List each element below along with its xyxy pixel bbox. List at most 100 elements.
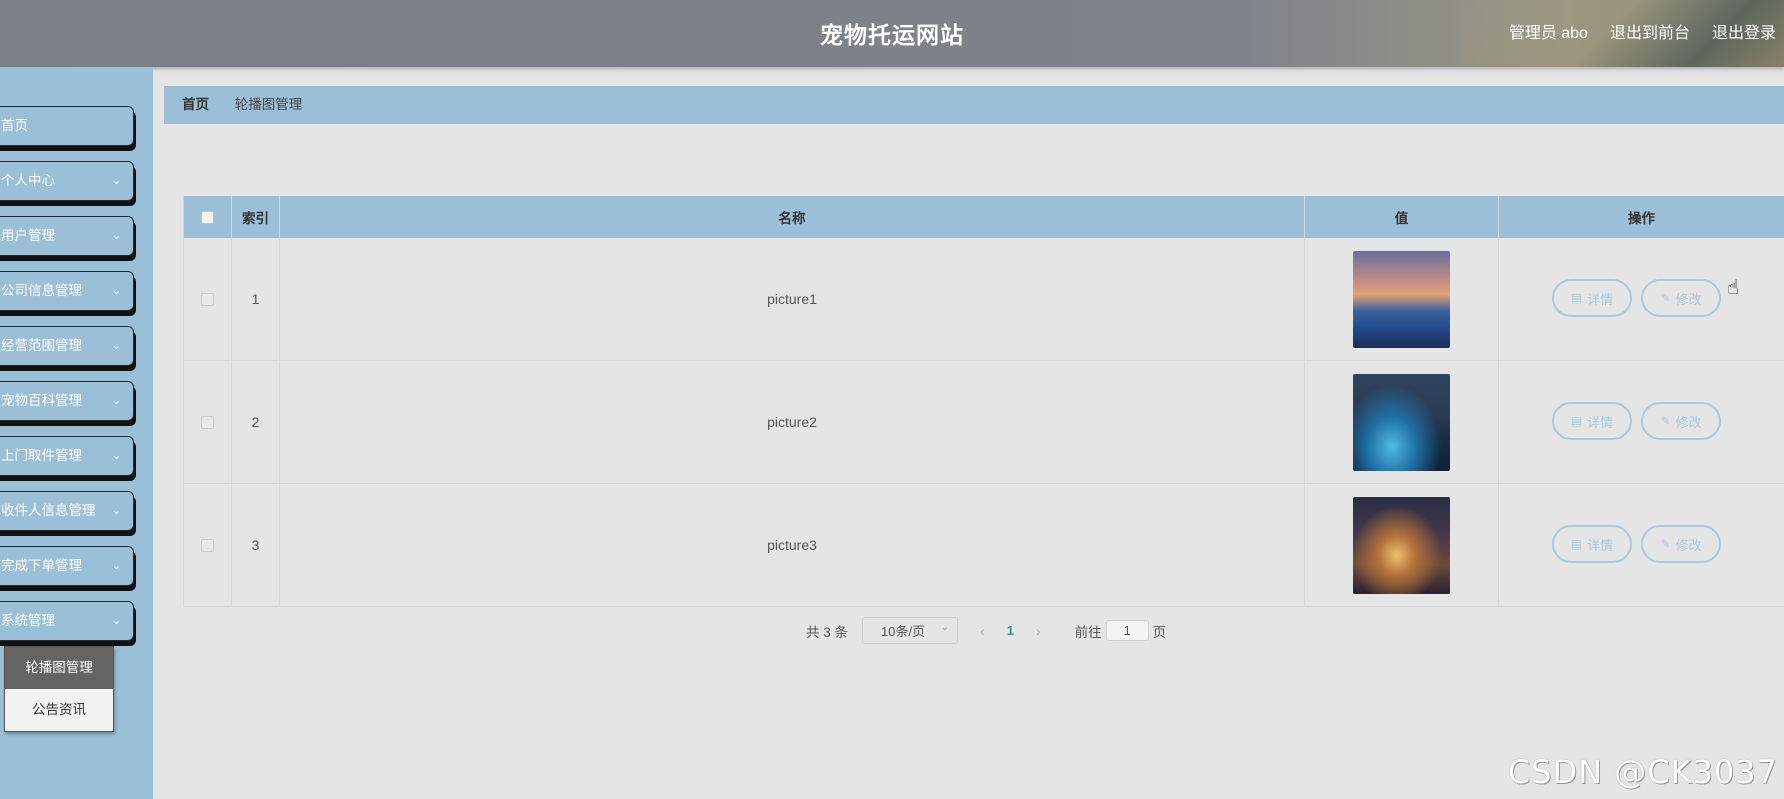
- row-index: 1: [232, 238, 280, 360]
- column-header-index: 索引: [232, 196, 280, 238]
- submenu-item-carousel[interactable]: 轮播图管理: [5, 647, 113, 689]
- document-icon: ▤: [1570, 537, 1583, 551]
- table-row: 3 picture3 ▤ 详情 ✎ 修改: [183, 484, 1784, 607]
- edit-button[interactable]: ✎ 修改: [1641, 279, 1721, 317]
- chevron-down-icon: ⌄: [111, 230, 121, 242]
- table-row: 2 picture2 ▤ 详情 ✎ 修改: [183, 361, 1784, 484]
- pencil-icon: ✎: [1660, 414, 1671, 428]
- row-value-cell: [1305, 484, 1499, 606]
- document-icon: ▤: [1570, 414, 1583, 428]
- sidebar-item-label: 系统管理: [1, 613, 55, 628]
- sidebar-item-completed-orders[interactable]: 完成下单管理 ⌄: [0, 546, 134, 586]
- sidebar-item-home[interactable]: 首页: [0, 106, 134, 146]
- chevron-down-icon: ⌄: [111, 340, 121, 352]
- column-header-name: 名称: [280, 196, 1305, 238]
- page-number-current[interactable]: 1: [1007, 623, 1014, 638]
- pagination: 共 3 条 10条/页 ⌄ ‹ 1 › 前往 1 页: [806, 617, 1166, 644]
- submenu-item-announcements[interactable]: 公告资讯: [5, 689, 113, 731]
- page-size-value: 10条/页: [881, 624, 926, 639]
- row-name: picture2: [280, 361, 1305, 483]
- chevron-down-icon: ⌄: [111, 615, 121, 627]
- header-links: 管理员 abo 退出到前台 退出登录: [1509, 19, 1776, 43]
- chevron-down-icon: ⌄: [111, 175, 121, 187]
- sidebar-item-company-info[interactable]: 公司信息管理 ⌄: [0, 271, 134, 311]
- column-header-actions: 操作: [1628, 211, 1655, 226]
- pencil-icon: ✎: [1660, 291, 1671, 305]
- top-header: 宠物托运网站 管理员 abo 退出到前台 退出登录: [0, 0, 1784, 67]
- page-size-select[interactable]: 10条/页 ⌄: [862, 617, 959, 644]
- chevron-down-icon: ⌄: [111, 285, 121, 297]
- breadcrumb-current: 轮播图管理: [234, 97, 303, 112]
- select-all-checkbox[interactable]: [201, 210, 214, 224]
- table-header: 索引 名称 值 操作: [183, 196, 1784, 238]
- edit-button-label: 修改: [1675, 291, 1702, 307]
- row-value-cell: [1305, 361, 1499, 483]
- document-icon: ▤: [1570, 291, 1583, 305]
- row-checkbox[interactable]: [201, 415, 214, 429]
- sidebar-item-pickup[interactable]: 上门取件管理 ⌄: [0, 436, 134, 476]
- row-actions: ▤ 详情 ✎ 修改: [1499, 361, 1784, 483]
- sidebar-item-user-management[interactable]: 用户管理 ⌄: [0, 216, 134, 256]
- carousel-table: 索引 名称 值 操作 1 picture1 ▤ 详情 ✎ 修改 2 picture2…: [183, 196, 1784, 607]
- row-value-cell: [1305, 238, 1499, 360]
- row-actions: ▤ 详情 ✎ 修改: [1499, 238, 1784, 360]
- pencil-icon: ✎: [1660, 537, 1671, 551]
- sidebar-item-recipient-info[interactable]: 收件人信息管理 ⌄: [0, 491, 134, 531]
- sidebar-item-system-management[interactable]: 系统管理 ⌄: [0, 601, 134, 641]
- pagination-total: 共 3 条: [806, 624, 849, 640]
- prev-page-button[interactable]: ‹: [980, 623, 985, 639]
- chevron-down-icon: ⌄: [111, 395, 121, 407]
- row-thumbnail-image: [1353, 250, 1450, 348]
- exit-to-front-link[interactable]: 退出到前台: [1610, 19, 1690, 43]
- detail-button[interactable]: ▤ 详情: [1552, 402, 1632, 440]
- sidebar-item-label: 宠物百科管理: [1, 393, 82, 408]
- breadcrumb: 首页 轮播图管理: [164, 86, 1784, 124]
- next-page-button[interactable]: ›: [1036, 623, 1041, 639]
- row-index: 2: [232, 361, 280, 483]
- table-row: 1 picture1 ▤ 详情 ✎ 修改: [183, 238, 1784, 361]
- csdn-watermark: CSDN @CK3037: [1507, 753, 1778, 791]
- detail-button[interactable]: ▤ 详情: [1552, 279, 1632, 317]
- column-header-value: 值: [1305, 196, 1499, 238]
- sidebar-item-label: 上门取件管理: [1, 448, 82, 463]
- sidebar-item-label: 公司信息管理: [1, 283, 82, 298]
- chevron-down-icon: ⌄: [111, 560, 121, 572]
- goto-page-input[interactable]: 1: [1105, 620, 1149, 641]
- goto-prefix: 前往: [1074, 624, 1102, 640]
- system-submenu: 轮播图管理 公告资讯: [4, 646, 114, 732]
- sidebar-item-label: 首页: [1, 118, 28, 133]
- row-check-cell: [183, 361, 232, 483]
- row-name: picture3: [280, 484, 1305, 606]
- logout-link[interactable]: 退出登录: [1712, 19, 1776, 43]
- chevron-down-icon: ⌄: [940, 622, 950, 633]
- goto-suffix: 页: [1152, 624, 1167, 640]
- sidebar-item-business-scope[interactable]: 经营范围管理 ⌄: [0, 326, 134, 366]
- sidebar-item-label: 收件人信息管理: [1, 503, 96, 518]
- row-check-cell: [183, 484, 232, 606]
- sidebar-item-label: 完成下单管理: [1, 558, 82, 573]
- detail-button-label: 详情: [1587, 291, 1614, 307]
- edit-button-label: 修改: [1675, 414, 1702, 430]
- edit-button-label: 修改: [1675, 537, 1702, 553]
- row-actions: ▤ 详情 ✎ 修改: [1499, 484, 1784, 606]
- edit-button[interactable]: ✎ 修改: [1641, 402, 1721, 440]
- sidebar-item-pet-encyclopedia[interactable]: 宠物百科管理 ⌄: [0, 381, 134, 421]
- row-checkbox[interactable]: [201, 538, 214, 552]
- detail-button[interactable]: ▤ 详情: [1552, 525, 1632, 563]
- hand-pointer-icon: ☝: [1727, 277, 1740, 299]
- chevron-down-icon: ⌄: [111, 450, 121, 462]
- sidebar-item-personal-center[interactable]: 个人中心 ⌄: [0, 161, 134, 201]
- header-check-cell: [183, 196, 232, 238]
- breadcrumb-home[interactable]: 首页: [182, 97, 209, 112]
- edit-button[interactable]: ✎ 修改: [1641, 525, 1721, 563]
- admin-label: 管理员 abo: [1508, 25, 1588, 42]
- row-check-cell: [183, 238, 232, 360]
- row-thumbnail-image: [1353, 373, 1450, 471]
- row-name: picture1: [280, 238, 1305, 360]
- detail-button-label: 详情: [1587, 414, 1614, 430]
- sidebar-item-label: 用户管理: [1, 228, 55, 243]
- row-checkbox[interactable]: [201, 292, 214, 306]
- row-thumbnail-image: [1353, 496, 1450, 594]
- detail-button-label: 详情: [1587, 537, 1614, 553]
- sidebar-item-label: 个人中心: [1, 173, 55, 188]
